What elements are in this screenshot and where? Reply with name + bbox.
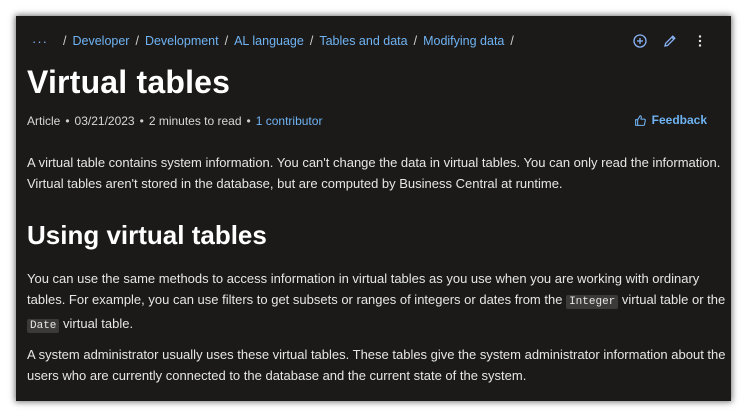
article-date: 03/21/2023: [74, 114, 135, 128]
breadcrumb-link-modifying-data[interactable]: Modifying data: [423, 34, 504, 48]
intro-paragraph: A virtual table contains system informat…: [27, 155, 721, 191]
pencil-icon[interactable]: [661, 32, 679, 50]
contributors-link[interactable]: 1 contributor: [256, 114, 323, 128]
article-metadata: Article • 03/21/2023 • 2 minutes to read…: [27, 114, 322, 128]
breadcrumb-separator: /: [510, 34, 514, 48]
breadcrumb-separator: /: [135, 34, 139, 48]
breadcrumb-separator: /: [63, 34, 67, 48]
feedback-label: Feedback: [651, 113, 707, 127]
integer-code: Integer: [566, 295, 619, 309]
more-vertical-icon[interactable]: [691, 32, 709, 50]
breadcrumb-link-tables-and-data[interactable]: Tables and data: [319, 34, 407, 48]
add-circle-icon[interactable]: [631, 32, 649, 50]
page-actions: [619, 32, 709, 50]
breadcrumb: ··· / Developer / Development / AL langu…: [32, 33, 520, 49]
meta-separator: •: [139, 114, 144, 128]
article-type: Article: [27, 114, 61, 128]
page-title: Virtual tables: [27, 64, 231, 100]
read-time: 2 minutes to read: [148, 114, 242, 128]
meta-separator: •: [65, 114, 70, 128]
feedback-button[interactable]: Feedback: [634, 113, 707, 127]
paragraph-text: virtual table.: [59, 316, 134, 331]
date-code: Date: [27, 319, 60, 333]
breadcrumb-separator: /: [309, 34, 314, 48]
meta-separator: •: [246, 114, 251, 128]
thumbs-up-icon: [634, 114, 646, 126]
breadcrumb-link-al-language[interactable]: AL language: [234, 34, 304, 48]
paragraph-text: virtual table or the: [618, 292, 726, 307]
breadcrumb-link-development[interactable]: Development: [145, 34, 219, 48]
methods-paragraph: You can use the same methods to access i…: [27, 268, 727, 337]
breadcrumb-separator: /: [413, 34, 418, 48]
breadcrumb-separator: /: [224, 34, 229, 48]
admin-paragraph: A system administrator usually uses thes…: [27, 347, 726, 383]
section-heading: Using virtual tables: [27, 220, 267, 250]
docs-page: ··· / Developer / Development / AL langu…: [16, 16, 731, 401]
breadcrumb-more-button[interactable]: ···: [32, 34, 48, 49]
breadcrumb-link-developer[interactable]: Developer: [72, 34, 129, 48]
